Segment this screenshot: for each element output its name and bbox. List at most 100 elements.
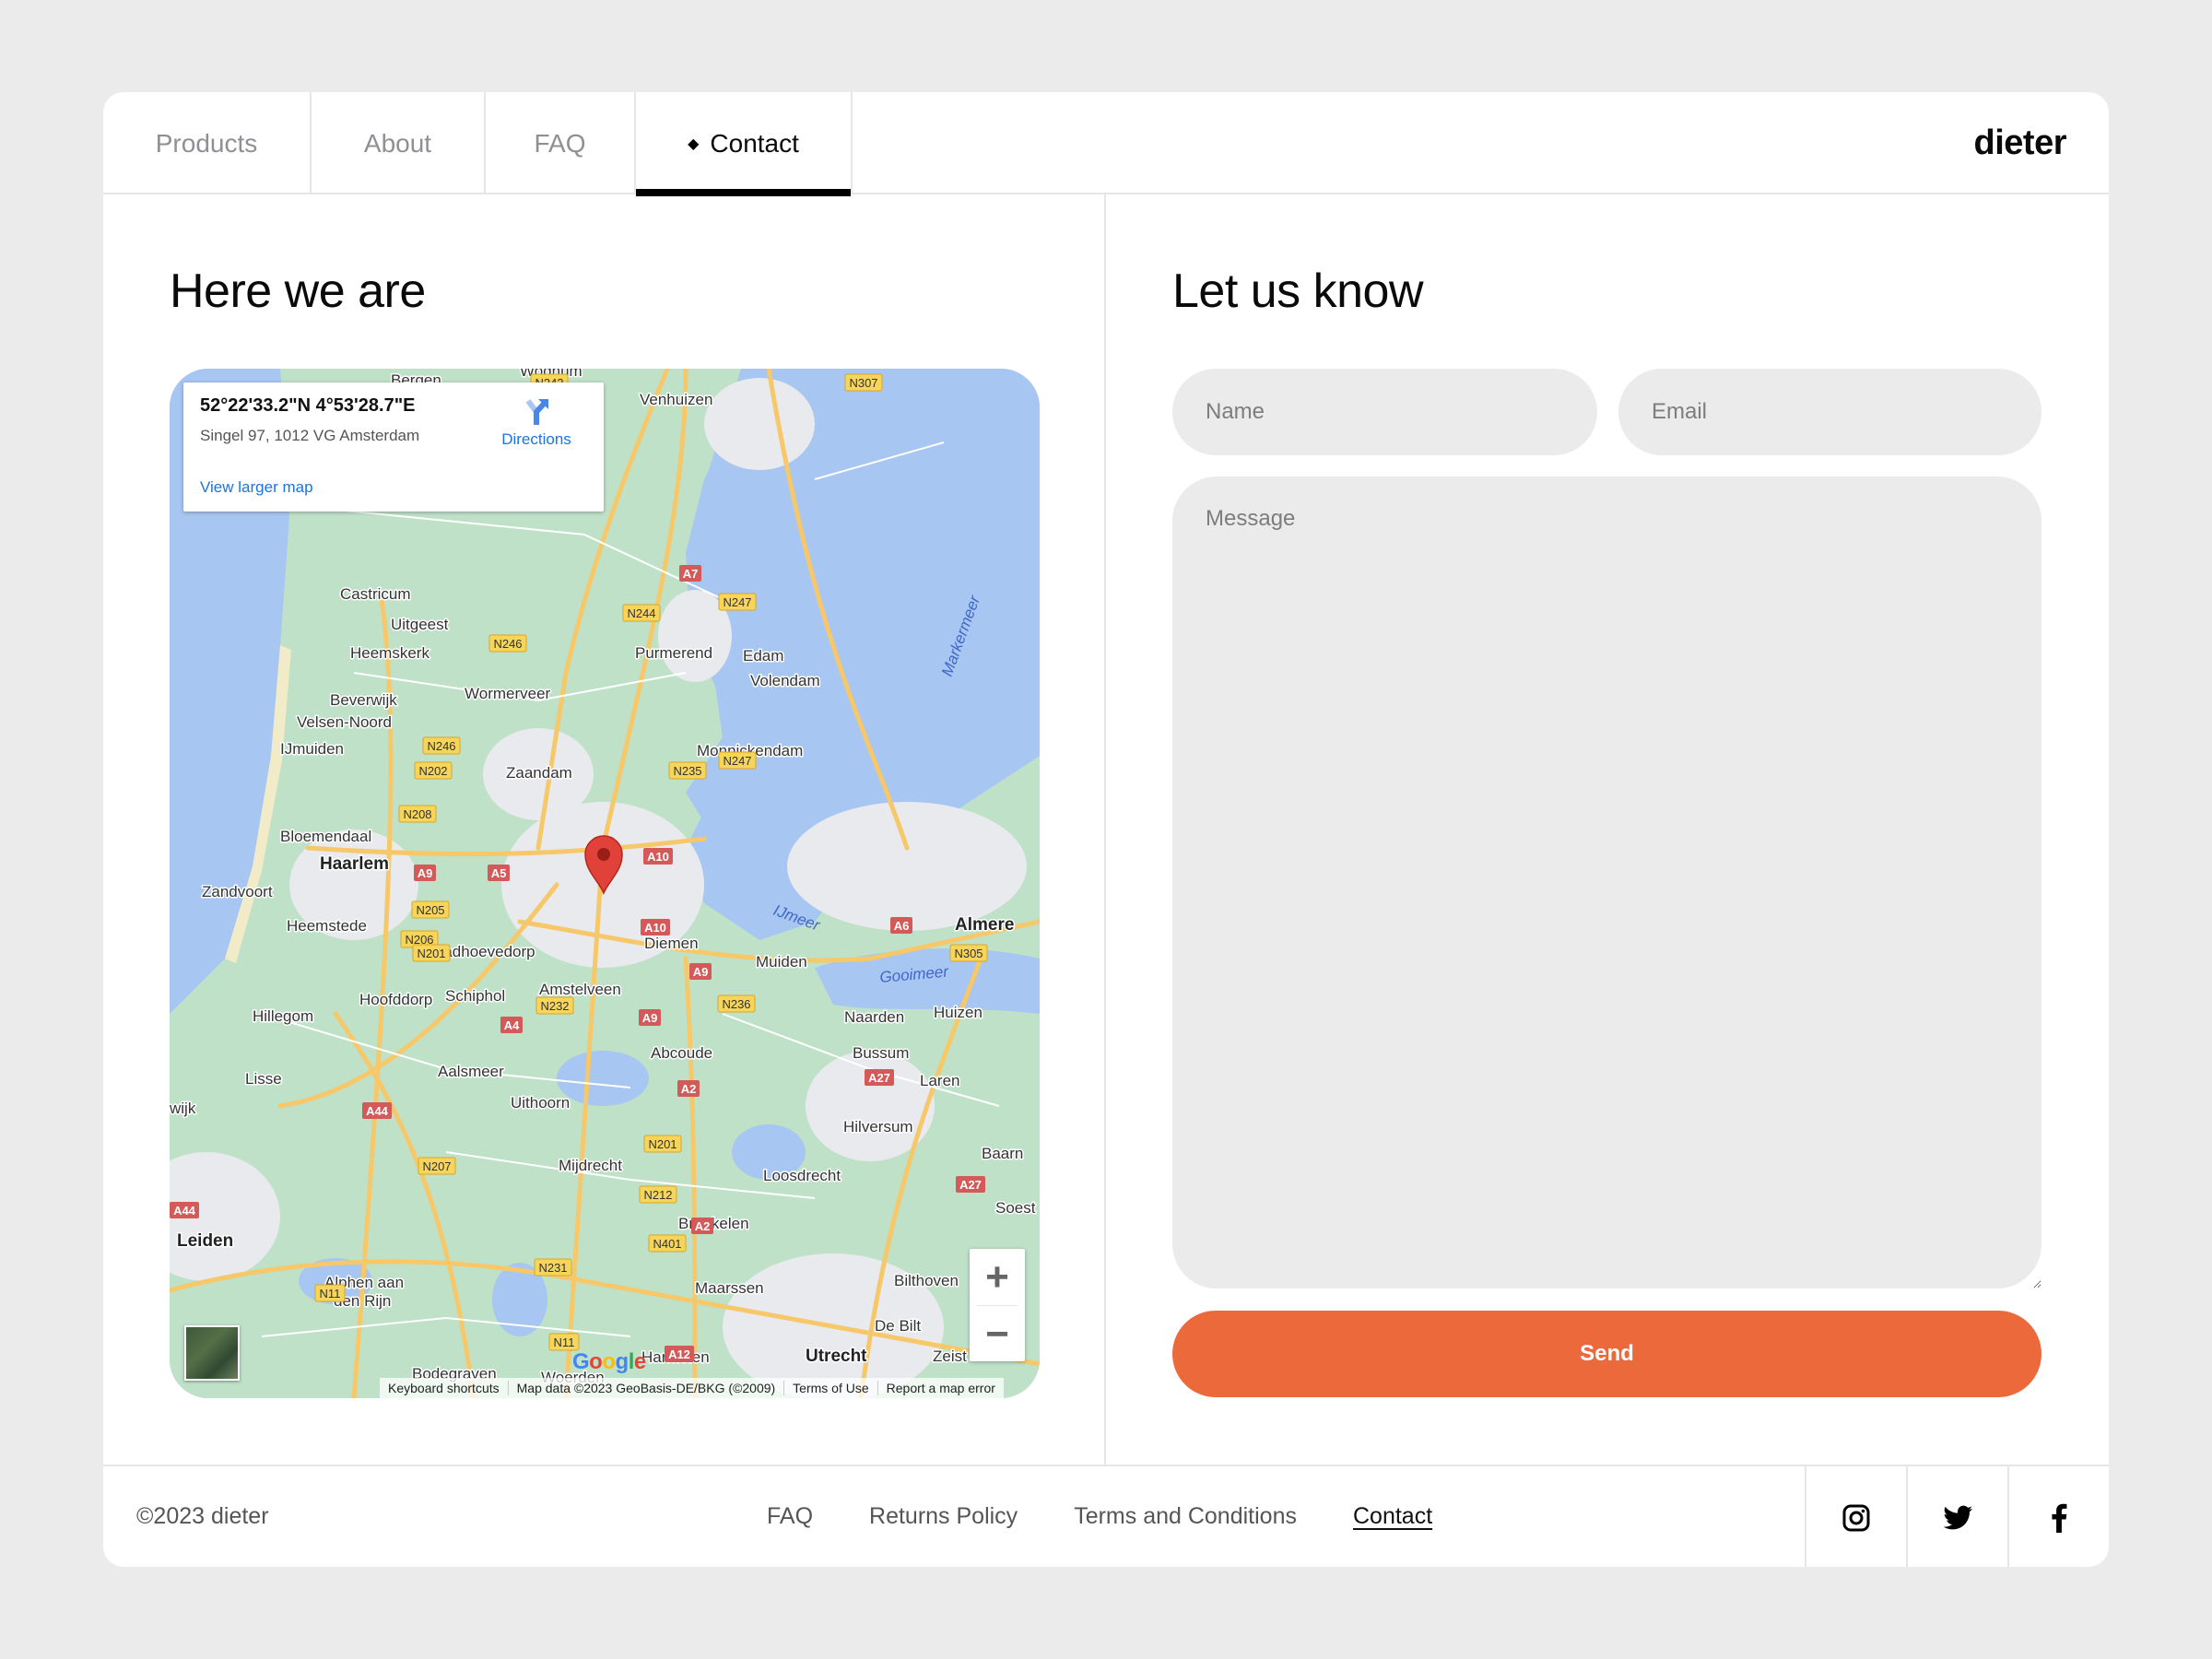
map-label: Heemstede [287,917,367,935]
twitter-button[interactable] [1906,1466,2007,1567]
road-shield-label: A10 [644,921,666,935]
email-input[interactable] [1618,369,2041,455]
map-label: Soest [995,1199,1036,1217]
road-shield-label: A4 [504,1018,520,1032]
road-shield: A9 [689,963,712,980]
facebook-button[interactable] [2007,1466,2109,1567]
map-label: Volendam [750,672,820,689]
zoom-out-button[interactable]: − [970,1306,1025,1362]
directions-icon [525,399,548,425]
map-coordinates: 52°22'33.2"N 4°53'28.7"E [200,395,416,416]
map-label: IJmuiden [280,740,344,758]
tab-contact[interactable]: ◆ Contact [636,92,853,196]
twitter-icon [1943,1505,1972,1529]
road-shield: N247 [718,593,757,611]
zoom-in-button[interactable]: + [970,1249,1025,1305]
brand-logo[interactable]: dieter [1974,124,2067,163]
road-shield: N232 [535,996,574,1015]
page-card: Products About FAQ ◆ Contact dieter Here … [103,92,2109,1567]
road-shield: A44 [362,1102,392,1119]
road-shield: A10 [641,919,670,935]
instagram-icon [1842,1504,1870,1531]
message-textarea[interactable] [1172,477,2041,1288]
send-button[interactable]: Send [1172,1311,2041,1397]
road-shield: A27 [956,1176,985,1193]
road-shield-label: N201 [648,1137,677,1151]
instagram-button[interactable] [1805,1466,1906,1567]
map-label: Aalsmeer [438,1063,504,1080]
map-label: Uithoorn [511,1094,570,1112]
map-label: Naarden [844,1008,904,1026]
road-shield-label: A12 [668,1347,690,1361]
footer-link-contact[interactable]: Contact [1353,1503,1432,1530]
road-shield: A9 [639,1009,661,1026]
road-shield: N11 [314,1284,346,1302]
road-shield-label: N307 [849,376,877,390]
tab-label: Contact [710,128,799,158]
map-attribution: Keyboard shortcuts Map data ©2023 GeoBas… [380,1378,1004,1398]
map-canvas[interactable]: Wognum Zwaag Venhuizen Hoorn Castricum U… [170,369,1040,1398]
map-label: Mijdrecht [559,1157,622,1174]
road-shield: N207 [418,1157,456,1175]
embedded-map[interactable]: Wognum Zwaag Venhuizen Hoorn Castricum U… [170,369,1040,1398]
road-shield-label: N205 [416,903,444,917]
map-label: Bilthoven [894,1272,959,1289]
terms-of-use-link[interactable]: Terms of Use [784,1381,878,1395]
road-shield: A4 [500,1017,523,1033]
directions-label: Directions [501,430,571,448]
map-label: Maarssen [695,1279,764,1297]
google-logo: Google [572,1349,646,1374]
view-larger-map-link[interactable]: View larger map [200,478,313,497]
road-shield-label: A5 [491,866,507,880]
map-label: Baarn [982,1145,1023,1162]
road-shield-label: N246 [493,637,522,651]
road-shield: A6 [890,917,912,934]
road-shield-label: N247 [723,754,751,768]
map-label: Laren [920,1072,959,1089]
keyboard-shortcuts-link[interactable]: Keyboard shortcuts [380,1381,509,1395]
road-shield-label: N232 [540,999,569,1013]
road-shield-label: N401 [653,1237,681,1251]
footer-link-returns[interactable]: Returns Policy [869,1503,1018,1530]
column-divider [1104,194,1106,1465]
satellite-toggle[interactable] [184,1325,240,1381]
road-shield: A9 [414,865,436,881]
footer-link-terms[interactable]: Terms and Conditions [1074,1503,1297,1530]
map-label: Haarlem [320,854,389,874]
map-label: Leiden [177,1231,233,1251]
road-shield: N201 [412,944,451,962]
tab-label: About [363,128,432,158]
road-shield-label: N305 [954,947,982,960]
map-label: Venhuizen [640,391,712,408]
road-shield-label: N207 [422,1159,451,1173]
map-urban-almere [787,802,1027,931]
tab-about[interactable]: About [312,92,486,194]
map-label: Beverwijk [330,691,397,709]
map-label: Hoofddorp [359,991,432,1008]
directions-button[interactable]: Directions [495,397,578,449]
road-shield-label: N246 [427,739,455,753]
map-label: Zeist [933,1347,967,1365]
road-shield: N231 [534,1258,572,1277]
road-shield-label: A44 [366,1104,389,1118]
road-shield-label: A9 [418,866,433,880]
road-shield-label: A27 [959,1178,982,1192]
map-label: wijk [170,1100,196,1117]
name-input[interactable] [1172,369,1597,455]
map-urban-hoorn [704,378,815,470]
map-section-title: Here we are [170,265,426,318]
road-shield-label: N11 [320,1287,341,1300]
road-shield-label: N202 [418,764,447,778]
footer-link-faq[interactable]: FAQ [767,1503,813,1530]
report-map-error-link[interactable]: Report a map error [878,1381,1004,1395]
road-shield-label: N244 [627,606,655,620]
map-label: Bloemendaal [280,828,371,845]
tab-products[interactable]: Products [103,92,312,194]
road-shield: N235 [668,761,707,780]
tab-faq[interactable]: FAQ [486,92,636,194]
header: Products About FAQ ◆ Contact dieter [103,92,2109,196]
road-shield: N236 [717,994,756,1013]
road-shield: N305 [949,944,988,962]
tab-label: FAQ [534,128,586,158]
road-shield-label: N201 [417,947,445,960]
